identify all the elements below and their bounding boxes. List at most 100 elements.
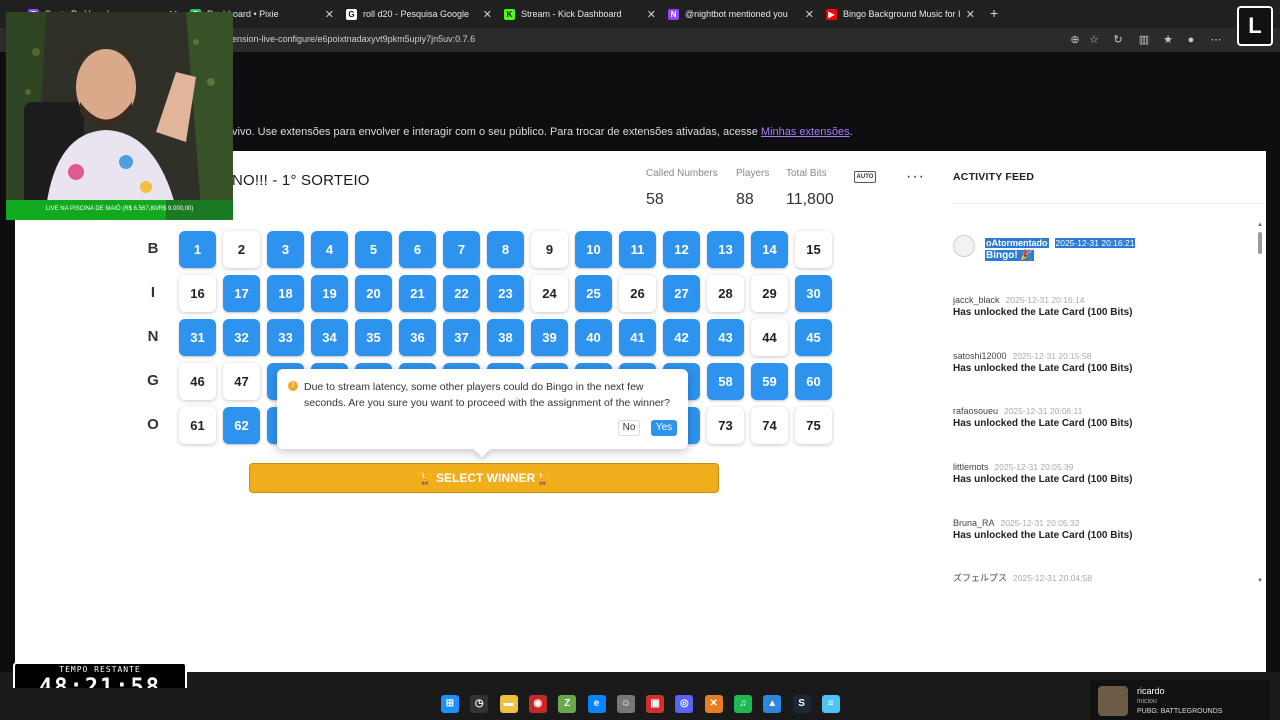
- photos-icon[interactable]: ▲: [763, 695, 782, 713]
- menu-dots-icon[interactable]: ⋯: [1209, 33, 1223, 47]
- close-tab-icon[interactable]: ✕: [325, 8, 334, 21]
- bingo-number-cell[interactable]: 7: [443, 231, 480, 268]
- bingo-number-cell[interactable]: 45: [795, 319, 832, 356]
- bingo-number-cell[interactable]: 40: [575, 319, 612, 356]
- bingo-number-cell[interactable]: 5: [355, 231, 392, 268]
- bingo-number-cell[interactable]: 47: [223, 363, 260, 400]
- notepad-icon[interactable]: ≡: [821, 695, 840, 713]
- favorite-star-icon[interactable]: ☆: [1087, 33, 1101, 47]
- bingo-number-cell[interactable]: 44: [751, 319, 788, 356]
- split-screen-icon[interactable]: ▥: [1137, 33, 1151, 47]
- feed-username[interactable]: satoshi12000: [953, 351, 1007, 361]
- bingo-number-cell[interactable]: 16: [179, 275, 216, 312]
- bingo-number-cell[interactable]: 23: [487, 275, 524, 312]
- bingo-number-cell[interactable]: 29: [751, 275, 788, 312]
- bingo-number-cell[interactable]: 9: [531, 231, 568, 268]
- bingo-number-cell[interactable]: 33: [267, 319, 304, 356]
- bingo-number-cell[interactable]: 75: [795, 407, 832, 444]
- bingo-number-cell[interactable]: 18: [267, 275, 304, 312]
- feed-username[interactable]: rafaosoueu: [953, 406, 998, 416]
- close-tab-icon[interactable]: ✕: [805, 8, 814, 21]
- ghost-icon[interactable]: ☺: [616, 695, 635, 713]
- bingo-number-cell[interactable]: 28: [707, 275, 744, 312]
- feed-username[interactable]: oAtormentado: [985, 238, 1049, 248]
- tab-5[interactable]: N @nightbot mentioned you ✕: [668, 2, 820, 26]
- bingo-number-cell[interactable]: 41: [619, 319, 656, 356]
- tab-3[interactable]: Groll d20 - Pesquisa Google ✕: [346, 2, 498, 26]
- tab-6[interactable]: ▶ Bingo Background Music for I ✕: [826, 2, 981, 26]
- yes-button[interactable]: Yes: [651, 420, 677, 436]
- bingo-number-cell[interactable]: 10: [575, 231, 612, 268]
- bingo-number-cell[interactable]: 62: [223, 407, 260, 444]
- bingo-number-cell[interactable]: 31: [179, 319, 216, 356]
- bingo-number-cell[interactable]: 4: [311, 231, 348, 268]
- bingo-number-cell[interactable]: 58: [707, 363, 744, 400]
- bingo-number-cell[interactable]: 61: [179, 407, 216, 444]
- clock-icon[interactable]: ◷: [470, 695, 489, 713]
- bingo-number-cell[interactable]: 38: [487, 319, 524, 356]
- new-tab-button[interactable]: +: [990, 5, 998, 21]
- bingo-number-cell[interactable]: 25: [575, 275, 612, 312]
- bingo-number-cell[interactable]: 13: [707, 231, 744, 268]
- feed-username[interactable]: jacck_black: [953, 295, 1000, 305]
- favorites-icon[interactable]: ★: [1161, 33, 1175, 47]
- folder-icon[interactable]: ▬: [499, 695, 518, 713]
- bingo-number-cell[interactable]: 21: [399, 275, 436, 312]
- bingo-number-cell[interactable]: 37: [443, 319, 480, 356]
- bingo-number-cell[interactable]: 30: [795, 275, 832, 312]
- bingo-number-cell[interactable]: 22: [443, 275, 480, 312]
- bingo-number-cell[interactable]: 43: [707, 319, 744, 356]
- bingo-number-cell[interactable]: 26: [619, 275, 656, 312]
- no-button[interactable]: No: [618, 420, 640, 436]
- app-green-icon[interactable]: Z: [558, 695, 577, 713]
- edge-icon[interactable]: e: [587, 695, 606, 713]
- feed-username[interactable]: littlemots: [953, 462, 989, 472]
- app-badge-icon[interactable]: ▣: [646, 695, 665, 713]
- profile-avatar-icon[interactable]: ●: [1184, 33, 1198, 47]
- bingo-number-cell[interactable]: 27: [663, 275, 700, 312]
- my-extensions-link[interactable]: Minhas extensões: [761, 126, 850, 138]
- bingo-number-cell[interactable]: 24: [531, 275, 568, 312]
- bingo-number-cell[interactable]: 1: [179, 231, 216, 268]
- bingo-number-cell[interactable]: 59: [751, 363, 788, 400]
- bingo-number-cell[interactable]: 2: [223, 231, 260, 268]
- bingo-number-cell[interactable]: 14: [751, 231, 788, 268]
- bingo-number-cell[interactable]: 6: [399, 231, 436, 268]
- bingo-number-cell[interactable]: 11: [619, 231, 656, 268]
- bingo-number-cell[interactable]: 42: [663, 319, 700, 356]
- bingo-number-cell[interactable]: 46: [179, 363, 216, 400]
- bingo-number-cell[interactable]: 32: [223, 319, 260, 356]
- close-tab-icon[interactable]: ✕: [483, 8, 492, 21]
- feed-username[interactable]: Bruna_RA: [953, 518, 995, 528]
- url-text[interactable]: ension-live-configure/e6poixtnadaxyvt9pk…: [232, 34, 475, 44]
- bingo-number-cell[interactable]: 3: [267, 231, 304, 268]
- close-tab-icon[interactable]: ✕: [647, 8, 656, 21]
- bingo-number-cell[interactable]: 15: [795, 231, 832, 268]
- spotify-icon[interactable]: ♫: [734, 695, 752, 713]
- bingo-number-cell[interactable]: 8: [487, 231, 524, 268]
- scroll-up-icon[interactable]: ▲: [1257, 222, 1263, 228]
- more-options-button[interactable]: ···: [906, 168, 925, 186]
- auto-toggle[interactable]: AUTO: [854, 171, 876, 183]
- close-tab-icon[interactable]: ✕: [966, 8, 975, 21]
- app-red-icon[interactable]: ◉: [528, 695, 547, 713]
- tab-4[interactable]: K Stream - Kick Dashboard ✕: [504, 2, 662, 26]
- windows-icon[interactable]: ⊞: [441, 695, 459, 713]
- bingo-number-cell[interactable]: 73: [707, 407, 744, 444]
- refresh-icon[interactable]: ↻: [1111, 33, 1125, 47]
- bingo-number-cell[interactable]: 34: [311, 319, 348, 356]
- bingo-number-cell[interactable]: 36: [399, 319, 436, 356]
- bingo-number-cell[interactable]: 35: [355, 319, 392, 356]
- bingo-number-cell[interactable]: 39: [531, 319, 568, 356]
- feed-username[interactable]: ズフェルプス: [953, 573, 1007, 583]
- bingo-number-cell[interactable]: 17: [223, 275, 260, 312]
- discord-icon[interactable]: ◎: [675, 695, 694, 713]
- bingo-number-cell[interactable]: 19: [311, 275, 348, 312]
- feed-scrollbar[interactable]: [1258, 232, 1262, 254]
- bingo-number-cell[interactable]: 74: [751, 407, 788, 444]
- app-x-icon[interactable]: ✕: [704, 695, 723, 713]
- select-winner-button[interactable]: 🏆 SELECT WINNER🏆: [249, 463, 719, 493]
- scroll-down-icon[interactable]: ▼: [1257, 578, 1263, 584]
- bingo-number-cell[interactable]: 60: [795, 363, 832, 400]
- bingo-number-cell[interactable]: 12: [663, 231, 700, 268]
